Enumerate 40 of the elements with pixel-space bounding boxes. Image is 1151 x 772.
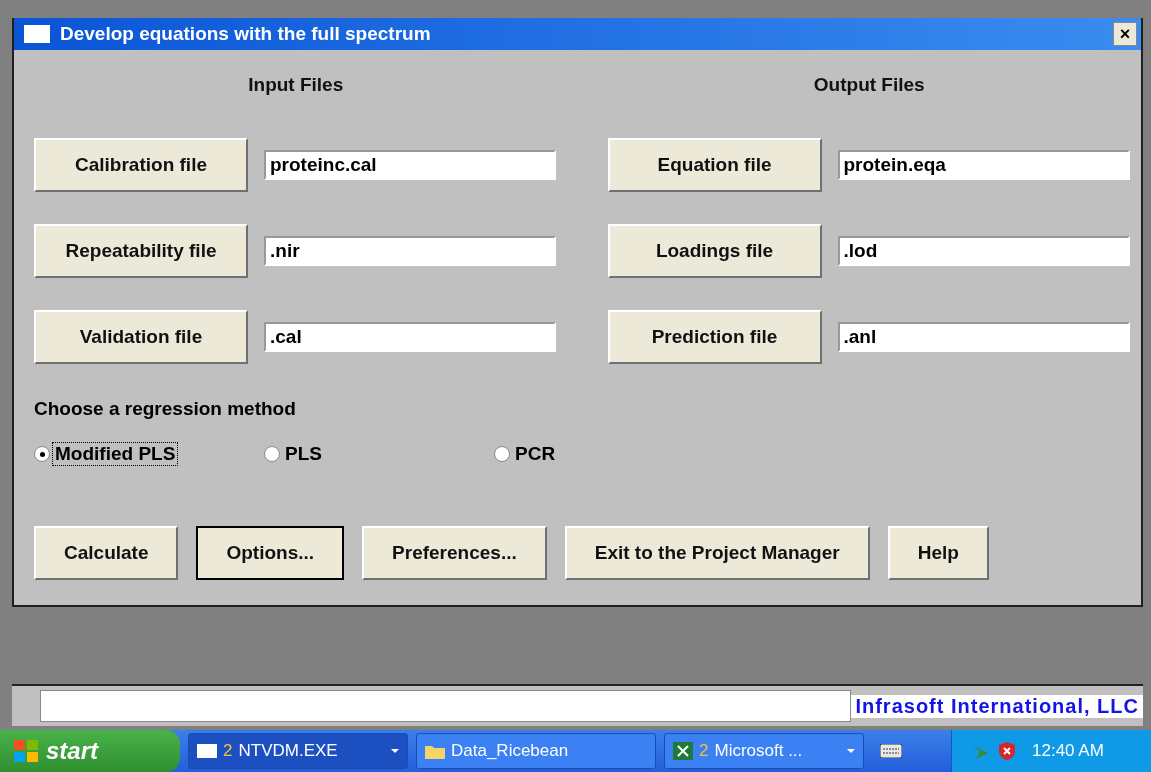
file-button[interactable]: Calibration file [34, 138, 248, 192]
radio-label[interactable]: Modified PLS [52, 442, 179, 466]
windows-logo-icon [14, 740, 38, 762]
section-heading: Output Files [812, 73, 926, 97]
radio-label[interactable]: PCR [512, 442, 559, 466]
file-button[interactable]: Repeatability file [34, 224, 248, 278]
file-button[interactable]: Prediction file [607, 310, 822, 364]
company-name: Infrasoft International, LLC [851, 694, 1143, 718]
taskbar-button[interactable]: 2 Microsoft ... [664, 733, 864, 769]
file-button[interactable]: Loadings file [607, 224, 822, 278]
dialog-button[interactable]: Options... [196, 526, 345, 580]
file-button[interactable]: Equation file [607, 138, 822, 192]
dialog-button[interactable]: Exit to the Project Manager [564, 526, 870, 580]
window-icon [24, 25, 50, 43]
file-name-field[interactable]: .cal [264, 322, 556, 352]
close-button[interactable]: × [1113, 22, 1137, 46]
keyboard-icon[interactable] [880, 744, 902, 758]
dialog-button[interactable]: Calculate [34, 526, 179, 580]
file-name-field[interactable]: .lod [837, 236, 1130, 266]
file-button[interactable]: Validation file [34, 310, 248, 364]
dialog-button[interactable]: Preferences... [362, 526, 547, 580]
taskbar-button[interactable]: Data_Ricebean [416, 733, 656, 769]
radio-button[interactable] [264, 446, 280, 462]
clock: 12:40 AM [1032, 741, 1104, 761]
window-title: Develop equations with the full spectrum [60, 23, 432, 45]
spreadsheet-icon [673, 742, 693, 760]
file-name-field[interactable]: proteinc.cal [264, 150, 556, 180]
section-heading: Input Files [247, 73, 345, 97]
window-icon [197, 743, 217, 759]
radio-label[interactable]: PLS [282, 442, 325, 466]
radio-button[interactable] [494, 446, 510, 462]
radio-button[interactable] [34, 446, 50, 462]
file-name-field[interactable]: .nir [264, 236, 556, 266]
regression-label: Choose a regression method [34, 398, 297, 420]
folder-icon [425, 743, 445, 759]
file-name-field[interactable]: protein.eqa [837, 150, 1130, 180]
taskbar-button[interactable]: 2 NTVDM.EXE [188, 733, 408, 769]
dialog-button[interactable]: Help [887, 526, 989, 580]
shield-icon[interactable] [998, 741, 1016, 761]
file-name-field[interactable]: .anl [837, 322, 1130, 352]
